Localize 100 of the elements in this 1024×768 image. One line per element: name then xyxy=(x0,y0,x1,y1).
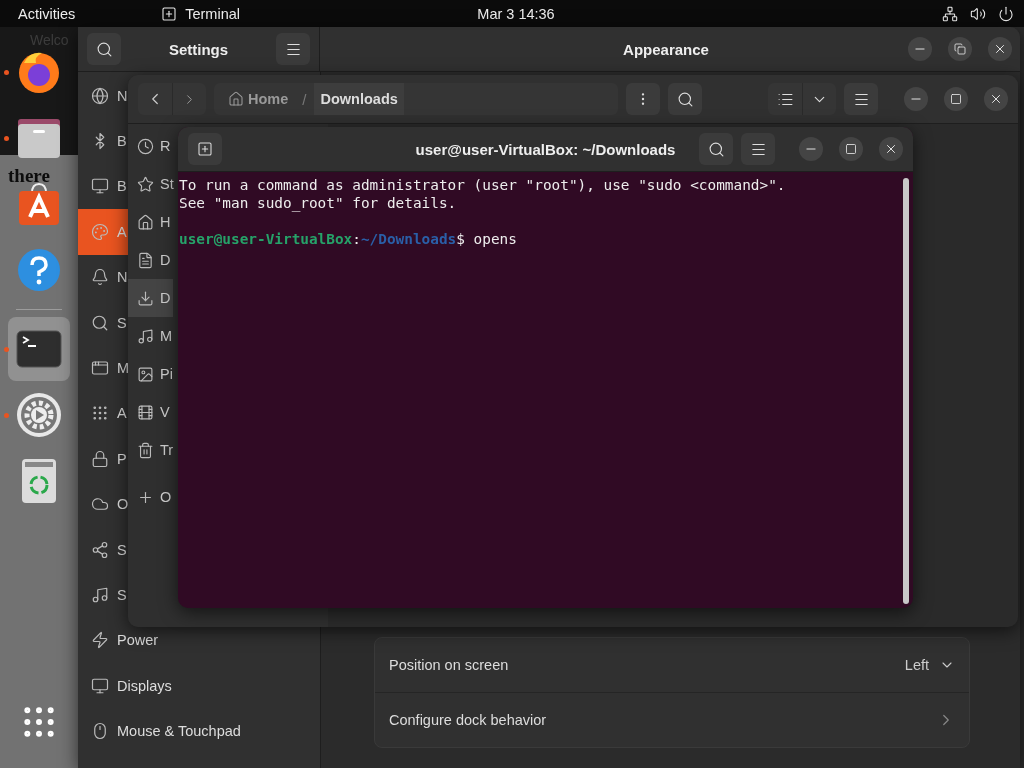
places-item[interactable]: D xyxy=(128,279,174,317)
maximize-button[interactable] xyxy=(839,137,863,161)
close-button[interactable] xyxy=(984,87,1008,111)
sidebar-item[interactable]: P xyxy=(78,436,130,482)
places-label: D xyxy=(160,290,171,306)
activities-button[interactable]: Activities xyxy=(18,5,76,22)
document-icon xyxy=(137,251,154,269)
search-button[interactable] xyxy=(699,133,733,165)
restore-icon xyxy=(954,43,966,55)
close-button[interactable] xyxy=(879,137,903,161)
sidebar-label: Mouse & Touchpad xyxy=(117,723,241,740)
sidebar-label: S xyxy=(117,541,127,558)
sidebar-item[interactable]: S xyxy=(78,526,130,573)
sidebar-item[interactable]: S xyxy=(78,572,130,618)
sidebar-item[interactable]: N xyxy=(78,254,131,300)
music-note-icon xyxy=(91,586,109,604)
bell-icon xyxy=(91,268,109,287)
sidebar-item[interactable]: A xyxy=(78,390,130,437)
places-label: R xyxy=(160,138,171,154)
command-text: opens xyxy=(473,231,517,247)
terminal-output-line: To run a command as administrator (user "root"), use "sudo <command>". xyxy=(179,176,787,194)
recycle-bin-icon[interactable] xyxy=(21,458,57,504)
settings-row[interactable]: Configure dock behavior xyxy=(375,692,969,747)
palette-icon xyxy=(91,222,109,241)
places-item[interactable]: Tr xyxy=(128,431,177,469)
places-item[interactable]: D xyxy=(128,241,174,279)
places-label: O xyxy=(160,489,172,505)
sidebar-label: N xyxy=(117,269,128,286)
terminal-output-line: See "man sudo_root" for details. xyxy=(179,194,458,212)
sidebar-label: A xyxy=(117,223,127,240)
places-label: D xyxy=(160,252,171,268)
restore-button[interactable] xyxy=(948,37,972,61)
row-label: Configure dock behavior xyxy=(389,712,547,728)
terminal-icon[interactable] xyxy=(16,330,62,368)
sidebar-item[interactable]: Power xyxy=(78,617,162,664)
film-icon xyxy=(137,403,154,421)
power-icon[interactable] xyxy=(998,5,1014,22)
help-icon[interactable] xyxy=(17,248,61,292)
prompt-separator: : xyxy=(352,231,361,247)
sidebar-label: B xyxy=(117,178,127,195)
search-icon xyxy=(91,313,109,332)
settings-row[interactable]: Position on screen Left xyxy=(375,638,969,692)
places-label: Pi xyxy=(160,366,173,382)
minimize-button[interactable] xyxy=(799,137,823,161)
places-label: Tr xyxy=(160,442,174,458)
minimize-button[interactable] xyxy=(904,87,928,111)
prompt-path: ~/Downloads xyxy=(360,231,457,247)
search-button[interactable] xyxy=(668,83,702,115)
sidebar-label: S xyxy=(117,587,127,603)
shopping-bag-icon[interactable] xyxy=(17,181,61,227)
sidebar-label: P xyxy=(117,450,127,467)
lock-icon xyxy=(91,449,109,468)
sidebar-item[interactable]: B xyxy=(78,118,130,164)
places-item[interactable]: R xyxy=(128,127,174,165)
sidebar-item[interactable]: N xyxy=(78,73,131,119)
sidebar-item[interactable]: Mouse & Touchpad xyxy=(78,708,244,754)
places-item[interactable]: St xyxy=(128,165,177,203)
places-item[interactable]: H xyxy=(128,203,174,241)
sidebar-label: S xyxy=(117,314,127,331)
download-icon xyxy=(137,289,154,307)
path-crumb[interactable]: Home xyxy=(222,83,295,115)
minimize-button[interactable] xyxy=(908,37,932,61)
window-icon xyxy=(91,359,109,378)
menu-button[interactable] xyxy=(844,83,878,115)
trash-icon xyxy=(137,441,154,459)
sidebar-label: N xyxy=(117,87,128,104)
maximize-icon xyxy=(950,93,962,105)
sidebar-item[interactable]: Displays xyxy=(78,663,175,709)
maximize-button[interactable] xyxy=(944,87,968,111)
search-icon xyxy=(676,90,694,108)
sidebar-label: M xyxy=(117,360,130,377)
share-icon xyxy=(91,540,109,559)
path-crumb[interactable]: Downloads xyxy=(314,83,404,115)
monitor-icon xyxy=(91,676,109,695)
volume-icon[interactable] xyxy=(970,5,986,22)
globe-icon xyxy=(91,86,109,105)
house-icon xyxy=(137,213,154,231)
search-button[interactable] xyxy=(87,33,121,65)
sidebar-label: Displays xyxy=(117,677,172,694)
places-label: V xyxy=(160,404,170,420)
menu-button[interactable] xyxy=(741,133,775,165)
monitor-icon xyxy=(91,177,109,196)
sidebar-item[interactable]: S xyxy=(78,299,130,346)
scrollbar[interactable] xyxy=(903,178,909,604)
close-button[interactable] xyxy=(988,37,1012,61)
folder-icon[interactable] xyxy=(16,117,62,159)
clock[interactable]: Mar 3 14:36 xyxy=(477,5,555,22)
dots-grid-icon xyxy=(91,404,109,423)
new-tab-button[interactable] xyxy=(188,133,222,165)
sidebar-label: Power xyxy=(117,632,159,649)
network-icon[interactable] xyxy=(942,5,958,22)
places-item[interactable]: V xyxy=(128,393,173,431)
places-label: H xyxy=(160,214,171,230)
gear-icon[interactable] xyxy=(16,392,62,438)
menu-button[interactable] xyxy=(276,33,310,65)
places-label: St xyxy=(160,176,174,192)
mouse-icon xyxy=(91,722,109,741)
lightning-icon xyxy=(91,631,109,650)
app-menu[interactable]: Terminal xyxy=(185,5,240,22)
sidebar-item[interactable]: B xyxy=(78,163,130,210)
